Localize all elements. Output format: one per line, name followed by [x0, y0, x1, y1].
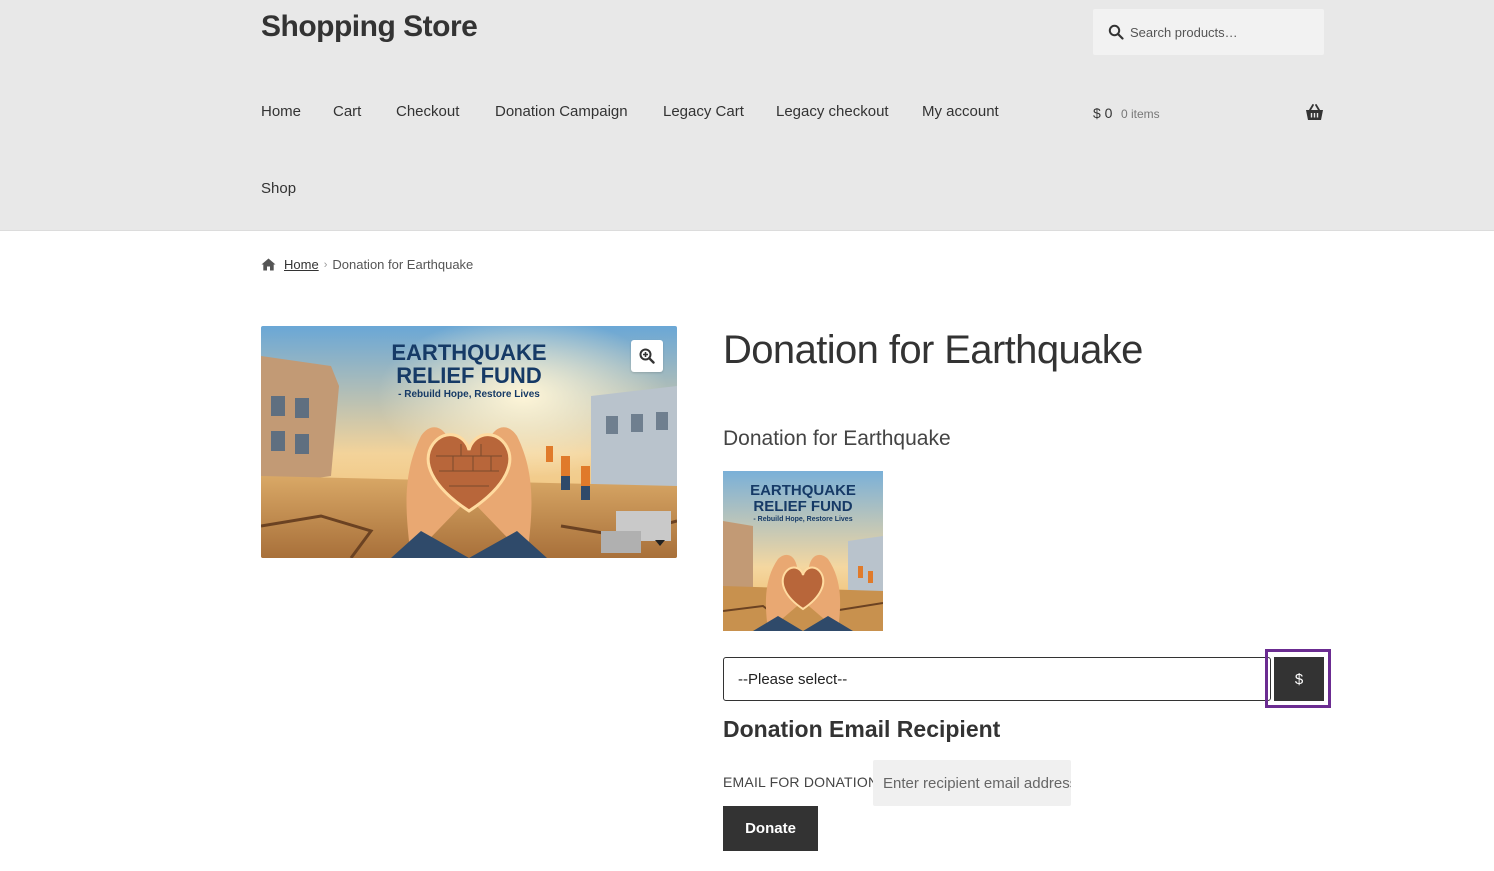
currency-button[interactable]: $ — [1274, 657, 1324, 701]
image-headline-line1: EARTHQUAKE — [391, 340, 546, 365]
search-input[interactable] — [1123, 9, 1318, 55]
product-search — [1093, 9, 1324, 55]
thumbnail-headline-line2: RELIEF FUND — [753, 498, 852, 515]
nav-item-checkout[interactable]: Checkout — [396, 103, 459, 120]
nav-item-legacy-checkout[interactable]: Legacy checkout — [776, 103, 889, 120]
nav-item-legacy-cart[interactable]: Legacy Cart — [663, 103, 744, 120]
breadcrumb-separator: › — [323, 258, 328, 271]
product-subtitle: Donation for Earthquake — [723, 427, 951, 450]
thumbnail-headline-line1: EARTHQUAKE — [750, 482, 856, 499]
zoom-in-icon — [639, 348, 655, 364]
product-gallery-image[interactable]: EARTHQUAKE RELIEF FUND - Rebuild Hope, R… — [261, 326, 677, 558]
breadcrumb-current: Donation for Earthquake — [332, 257, 474, 272]
breadcrumb-home-link[interactable]: Home — [284, 257, 319, 272]
earthquake-relief-thumbnail: EARTHQUAKE RELIEF FUND - Rebuild Hope, R… — [723, 471, 883, 631]
nav-item-my-account[interactable]: My account — [922, 103, 999, 120]
donation-amount-selected-value: --Please select-- — [738, 671, 848, 688]
earthquake-relief-image: EARTHQUAKE RELIEF FUND - Rebuild Hope, R… — [261, 326, 677, 558]
nav-item-donation-campaign[interactable]: Donation Campaign — [495, 103, 628, 120]
product-thumbnail: EARTHQUAKE RELIEF FUND - Rebuild Hope, R… — [723, 471, 883, 631]
donation-email-heading: Donation Email Recipient — [723, 716, 1001, 742]
cart-amount: $ 0 — [1093, 105, 1113, 121]
donation-amount-select[interactable]: --Please select-- — [723, 657, 1271, 701]
nav-item-cart[interactable]: Cart — [333, 103, 361, 120]
product-title: Donation for Earthquake — [723, 328, 1143, 372]
cart-item-count: 0 items — [1121, 107, 1160, 121]
basket-icon — [1306, 104, 1323, 120]
recipient-email-input[interactable] — [873, 760, 1071, 806]
breadcrumb: Home › Donation for Earthquake — [261, 257, 473, 272]
donate-button[interactable]: Donate — [723, 806, 818, 851]
search-icon — [1108, 24, 1124, 40]
email-for-donation-label: EMAIL FOR DONATION — [723, 774, 879, 790]
thumbnail-headline-line3: - Rebuild Hope, Restore Lives — [753, 516, 852, 523]
site-title[interactable]: Shopping Store — [261, 10, 478, 44]
site-header: Shopping Store Home Cart Checkout Donati… — [0, 0, 1494, 231]
zoom-button[interactable] — [631, 340, 663, 372]
home-icon — [261, 258, 276, 271]
nav-item-home[interactable]: Home — [261, 103, 301, 120]
image-headline-line2: RELIEF FUND — [396, 363, 541, 388]
nav-item-shop[interactable]: Shop — [261, 180, 296, 197]
image-headline-line3: - Rebuild Hope, Restore Lives — [398, 389, 540, 400]
header-cart[interactable]: $ 0 0 items — [1093, 104, 1324, 126]
